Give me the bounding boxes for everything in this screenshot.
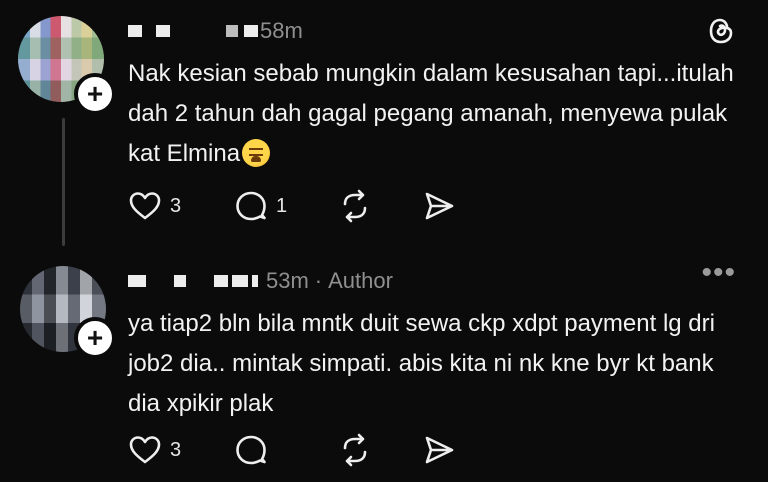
author-label: Author [328,268,393,293]
reply-count: 1 [276,194,288,217]
comment-icon [236,191,266,221]
redacted-username[interactable] [174,275,186,287]
follow-plus-button[interactable]: + [74,317,116,359]
redacted-username[interactable] [156,25,170,37]
follow-plus-button[interactable]: + [74,73,116,115]
repost-button[interactable] [338,433,422,467]
post-actions: 3 [128,430,456,470]
like-count: 3 [170,194,182,217]
like-button[interactable]: 3 [128,189,234,223]
redacted-username[interactable] [128,275,146,287]
share-button[interactable] [422,189,456,223]
share-button[interactable] [422,433,456,467]
heart-icon [129,192,161,220]
heart-icon [129,436,161,464]
post-text: ya tiap2 bln bila mntk duit sewa ckp xdp… [128,304,738,424]
comment-icon [236,435,266,465]
reply-button[interactable]: 1 [234,189,338,223]
post-timestamp: 58m [260,18,303,43]
reply-button[interactable] [234,433,338,467]
send-icon [425,192,454,220]
post-timestamp: 53m [266,268,309,293]
post-text-content: ya tiap2 bln bila mntk duit sewa ckp xdp… [128,310,715,417]
redacted-username[interactable] [128,25,142,37]
like-count: 3 [170,438,182,461]
send-icon [425,436,454,464]
tired-face-emoji [242,139,271,167]
redacted-username[interactable] [226,25,238,37]
repost-button[interactable] [338,189,422,223]
post-actions: 3 1 [128,186,456,226]
redacted-username[interactable] [244,25,258,37]
post-meta: 53m · Author [128,266,393,296]
post-meta: 58m [128,16,303,46]
meta-separator: · [314,268,323,293]
thread-connector-line [62,118,65,246]
repost-icon [343,189,367,223]
redacted-username[interactable] [214,275,228,287]
thread-post: + 53m · Author ••• ya tiap2 bln bila mnt… [0,250,768,482]
post-text-content: Nak kesian sebab mungkin dalam kesusahan… [128,60,734,167]
repost-icon [343,433,367,467]
threads-logo-icon[interactable] [706,16,736,46]
thread-post: + 58m Nak kesian sebab mungkin dalam kes… [0,0,768,250]
redacted-username[interactable] [232,275,248,287]
like-button[interactable]: 3 [128,433,234,467]
post-text: Nak kesian sebab mungkin dalam kesusahan… [128,54,738,174]
redacted-username[interactable] [252,275,258,287]
more-options-button[interactable]: ••• [701,258,736,288]
